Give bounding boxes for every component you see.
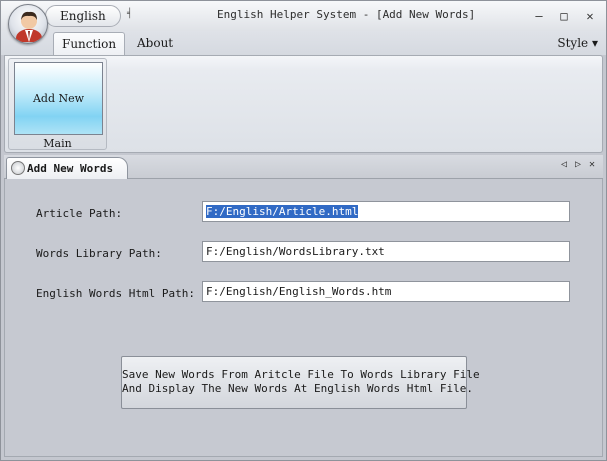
tab-scroll-left-icon[interactable]: ◁	[561, 159, 567, 170]
tab-scroll-right-icon[interactable]: ▷	[575, 159, 581, 170]
document-tab-strip: Add New Words ◁ ▷ ✕	[4, 155, 603, 180]
tab-function[interactable]: Function	[53, 32, 126, 55]
language-selector[interactable]: English	[45, 5, 121, 27]
html-path-value: F:/English/English_Words.htm	[206, 285, 392, 298]
article-path-value: F:/English/Article.html	[206, 205, 359, 218]
app-window: English ╡ English Helper System - [Add N…	[0, 0, 607, 461]
save-button-line-2: And Display The New Words At English Wor…	[122, 382, 473, 395]
window-title: English Helper System - [Add New Words]	[217, 8, 476, 21]
ribbon-tab-row: Function About Style ▾	[1, 31, 606, 55]
maximize-button[interactable]: □	[554, 7, 574, 25]
words-library-path-value: F:/English/WordsLibrary.txt	[206, 245, 385, 258]
ribbon-group-label: Main	[43, 137, 72, 150]
add-new-words-button[interactable]: Add New Words	[14, 62, 103, 177]
add-new-words-form: Article Path: F:/English/Article.html Wo…	[4, 179, 603, 457]
ribbon-panel: Add New Words Main	[4, 55, 603, 177]
minimize-button[interactable]: —	[529, 7, 549, 25]
quick-access-dropdown-icon[interactable]: ╡	[127, 9, 132, 19]
article-path-label: Article Path:	[36, 207, 123, 220]
style-menu[interactable]: Style ▾	[557, 36, 598, 50]
document-tab-icon	[11, 161, 25, 175]
article-path-input[interactable]: F:/English/Article.html	[202, 201, 570, 222]
close-button[interactable]: ✕	[580, 7, 600, 25]
html-path-label: English Words Html Path:	[36, 287, 195, 300]
save-button-line-1: Save New Words From Aritcle File To Word…	[122, 368, 480, 381]
user-avatar-icon	[16, 11, 42, 42]
title-bar: English ╡ English Helper System - [Add N…	[1, 1, 606, 31]
html-path-input[interactable]: F:/English/English_Words.htm	[202, 281, 570, 302]
ribbon-group-main: Add New Words Main	[8, 58, 107, 177]
language-label: English	[60, 9, 106, 23]
document-tab-label: Add New Words	[27, 162, 114, 175]
words-library-path-input[interactable]: F:/English/WordsLibrary.txt	[202, 241, 570, 262]
tab-about[interactable]: About	[129, 32, 181, 55]
save-new-words-button[interactable]: Save New Words From Aritcle File To Word…	[121, 356, 480, 409]
document-tab-add-new-words[interactable]: Add New Words	[6, 157, 128, 180]
tab-close-icon[interactable]: ✕	[589, 159, 595, 170]
words-library-path-label: Words Library Path:	[36, 247, 162, 260]
application-orb-button[interactable]	[8, 4, 48, 44]
